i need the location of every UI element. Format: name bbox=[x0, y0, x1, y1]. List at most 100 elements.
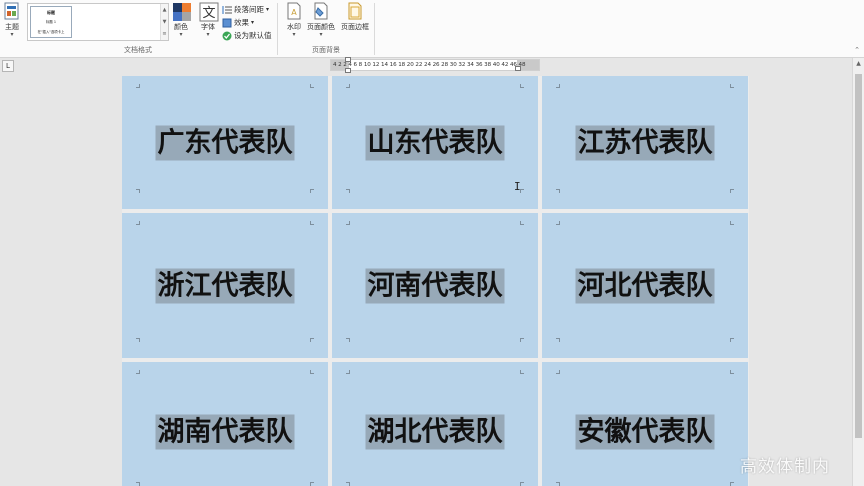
card-8[interactable]: 湖北代表队 bbox=[332, 362, 538, 486]
vertical-scrollbar[interactable]: ▲ bbox=[852, 58, 864, 486]
fonts-icon: 文 bbox=[199, 2, 219, 22]
fonts-button[interactable]: 文 字体 ▾ bbox=[199, 2, 219, 38]
group-divider bbox=[277, 3, 278, 55]
thumb-body: 在"插入"选项卡上 bbox=[37, 30, 65, 34]
crop-mark bbox=[730, 84, 734, 88]
scrollbar-thumb[interactable] bbox=[855, 74, 862, 438]
crop-mark bbox=[136, 482, 140, 486]
crop-mark bbox=[310, 84, 314, 88]
theme-button[interactable]: 主题 ▾ bbox=[3, 2, 21, 38]
page-color-icon bbox=[312, 2, 330, 20]
effects-button[interactable]: 效果 ▾ bbox=[222, 16, 272, 29]
crop-mark bbox=[730, 189, 734, 193]
card-6[interactable]: 河北代表队 bbox=[542, 213, 748, 358]
page-borders-label: 页面边框 bbox=[341, 23, 369, 31]
crop-mark bbox=[556, 221, 560, 225]
team-label[interactable]: 安徽代表队 bbox=[575, 414, 715, 450]
document-canvas[interactable]: 广东代表队 山东代表队 江苏代表队 浙江代表队 河南代表队 河北代表队 湖南代表… bbox=[122, 76, 749, 486]
card-3[interactable]: 江苏代表队 bbox=[542, 76, 748, 209]
card-1[interactable]: 广东代表队 bbox=[122, 76, 328, 209]
scroll-up-icon[interactable]: ▲ bbox=[853, 58, 864, 70]
horizontal-ruler[interactable]: 4 2 2 4 6 8 10 12 14 16 18 20 22 24 26 2… bbox=[330, 59, 540, 71]
card-2[interactable]: 山东代表队 bbox=[332, 76, 538, 209]
crop-mark bbox=[556, 338, 560, 342]
page-background-group-label: 页面背景 bbox=[312, 46, 340, 54]
page-borders-icon bbox=[346, 2, 364, 20]
card-4[interactable]: 浙江代表队 bbox=[122, 213, 328, 358]
paragraph-spacing-label: 段落间距 bbox=[234, 5, 264, 14]
document-formatting-group-label: 文档格式 bbox=[124, 46, 152, 54]
team-label[interactable]: 山东代表队 bbox=[365, 125, 505, 160]
gallery-scrollbar[interactable]: ▲ ▼ ≡ bbox=[160, 4, 168, 40]
crop-mark bbox=[520, 338, 524, 342]
team-label[interactable]: 广东代表队 bbox=[155, 125, 295, 160]
chevron-down-icon[interactable]: ▼ bbox=[161, 16, 168, 28]
design-small-buttons: 段落间距 ▾ 效果 ▾ 设为默认值 bbox=[222, 3, 272, 42]
card-5[interactable]: 河南代表队 bbox=[332, 213, 538, 358]
crop-mark bbox=[346, 189, 350, 193]
team-label[interactable]: 湖南代表队 bbox=[155, 414, 295, 450]
style-set-gallery[interactable]: 标题 标题 1 在"插入"选项卡上 ▲ ▼ ≡ bbox=[27, 3, 169, 41]
team-label[interactable]: 河南代表队 bbox=[365, 268, 505, 303]
crop-mark bbox=[136, 370, 140, 374]
chevron-down-icon: ▾ bbox=[292, 31, 296, 38]
crop-mark bbox=[346, 221, 350, 225]
collapse-ribbon-icon[interactable]: ⌃ bbox=[854, 46, 860, 54]
ribbon: 主题 ▾ 标题 标题 1 在"插入"选项卡上 ▲ ▼ ≡ 颜色 ▾ 文 字体 ▾… bbox=[0, 0, 864, 58]
crop-mark bbox=[136, 189, 140, 193]
crop-mark bbox=[730, 221, 734, 225]
colors-icon bbox=[172, 2, 191, 21]
crop-mark bbox=[310, 189, 314, 193]
crop-mark bbox=[346, 370, 350, 374]
crop-mark bbox=[346, 338, 350, 342]
crop-mark bbox=[556, 370, 560, 374]
team-label[interactable]: 河北代表队 bbox=[575, 268, 715, 303]
tab-selector[interactable]: L bbox=[2, 60, 14, 72]
card-9[interactable]: 安徽代表队 bbox=[542, 362, 748, 486]
crop-mark bbox=[136, 338, 140, 342]
more-icon[interactable]: ≡ bbox=[161, 28, 168, 40]
team-label[interactable]: 浙江代表队 bbox=[155, 268, 295, 303]
effects-icon bbox=[222, 18, 232, 28]
card-7[interactable]: 湖南代表队 bbox=[122, 362, 328, 486]
chevron-down-icon: ▾ bbox=[266, 6, 270, 13]
crop-mark bbox=[310, 370, 314, 374]
paragraph-spacing-icon bbox=[222, 5, 232, 15]
crop-mark bbox=[310, 338, 314, 342]
group-divider bbox=[374, 3, 375, 55]
right-indent-marker[interactable] bbox=[515, 66, 521, 71]
style-set-thumbnail[interactable]: 标题 标题 1 在"插入"选项卡上 bbox=[30, 6, 72, 38]
ruler-row: L 4 2 2 4 6 8 10 12 14 16 18 20 22 24 26… bbox=[0, 57, 852, 75]
theme-icon bbox=[3, 2, 21, 20]
thumb-title: 标题 bbox=[47, 10, 55, 15]
watermark-icon: A bbox=[285, 2, 303, 20]
chevron-down-icon: ▾ bbox=[10, 31, 14, 38]
crop-mark bbox=[730, 482, 734, 486]
chevron-down-icon: ▾ bbox=[179, 31, 183, 38]
crop-mark bbox=[520, 370, 524, 374]
crop-mark bbox=[136, 84, 140, 88]
video-watermark: 高效体制内 bbox=[740, 457, 830, 477]
crop-mark bbox=[310, 221, 314, 225]
paragraph-spacing-button[interactable]: 段落间距 ▾ bbox=[222, 3, 272, 16]
team-label[interactable]: 江苏代表队 bbox=[575, 125, 715, 160]
chevron-down-icon: ▾ bbox=[251, 19, 255, 26]
left-indent-marker[interactable] bbox=[345, 68, 351, 73]
page-borders-button[interactable]: 页面边框 bbox=[341, 2, 369, 32]
crop-mark bbox=[730, 370, 734, 374]
crop-mark bbox=[520, 84, 524, 88]
crop-mark bbox=[346, 482, 350, 486]
colors-button[interactable]: 颜色 ▾ bbox=[172, 2, 191, 38]
effects-label: 效果 bbox=[234, 18, 249, 27]
crop-mark bbox=[556, 84, 560, 88]
team-label[interactable]: 湖北代表队 bbox=[365, 414, 505, 450]
set-as-default-button[interactable]: 设为默认值 bbox=[222, 29, 272, 42]
chevron-up-icon[interactable]: ▲ bbox=[161, 4, 168, 16]
page-color-button[interactable]: 页面颜色 ▾ bbox=[307, 2, 335, 38]
checkmark-icon bbox=[222, 31, 232, 41]
set-as-default-label: 设为默认值 bbox=[234, 31, 272, 40]
text-cursor-icon: I bbox=[514, 180, 521, 193]
chevron-down-icon: ▾ bbox=[206, 31, 210, 38]
first-line-indent-marker[interactable] bbox=[345, 57, 351, 62]
watermark-button[interactable]: A 水印 ▾ bbox=[285, 2, 303, 38]
